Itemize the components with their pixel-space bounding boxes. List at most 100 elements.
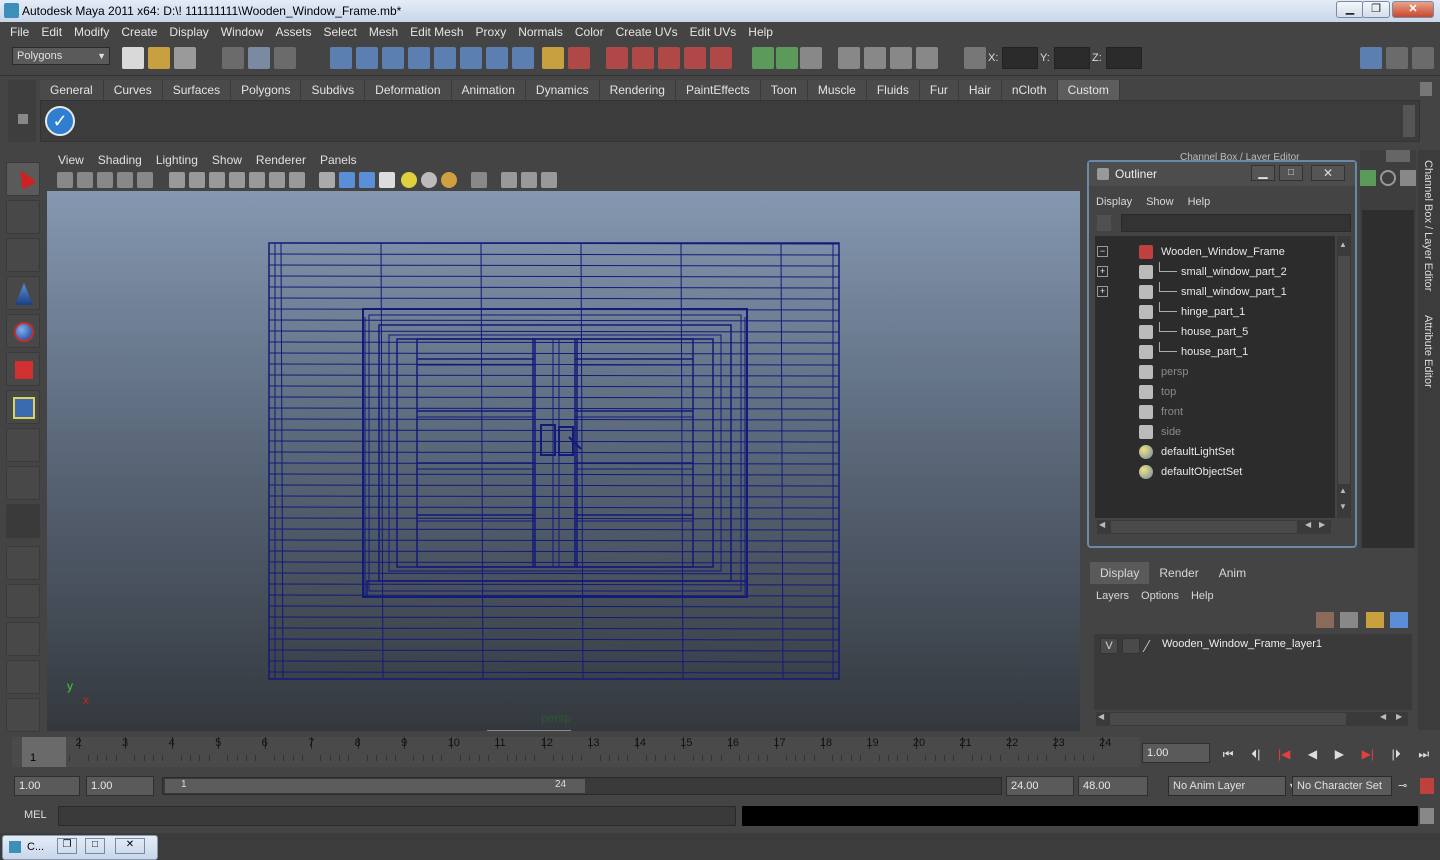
shelf-menu-handle[interactable]: [8, 80, 36, 142]
transform-input-icon[interactable]: [964, 47, 986, 69]
toggle-tool-settings-icon[interactable]: [1386, 47, 1408, 69]
mode-selector[interactable]: Polygons ▼: [12, 47, 110, 65]
range-slider[interactable]: 1 24: [162, 777, 1002, 795]
new-layer-selected-icon[interactable]: [1390, 612, 1408, 628]
checkmark-icon[interactable]: ✓: [45, 106, 75, 136]
command-input[interactable]: [58, 806, 736, 826]
outliner-item[interactable]: defaultLightSet: [1095, 442, 1333, 462]
character-set-dropdown[interactable]: No Character Set: [1292, 776, 1392, 796]
collapse-icon[interactable]: −: [1097, 246, 1108, 257]
lock-icon[interactable]: [542, 47, 564, 69]
render-view-icon[interactable]: [838, 47, 860, 69]
restore-button[interactable]: ❐: [57, 838, 77, 854]
z-field[interactable]: [1106, 47, 1142, 69]
outliner-item[interactable]: top: [1095, 382, 1333, 402]
minimize-button[interactable]: ▁: [1336, 1, 1364, 18]
input-ops-icon[interactable]: [752, 47, 774, 69]
hypershade-layout-icon[interactable]: [6, 698, 40, 732]
layer-color-swatch[interactable]: [1142, 640, 1162, 652]
snap-point-icon[interactable]: [382, 47, 404, 69]
menu-proxy[interactable]: Proxy: [470, 25, 513, 39]
outliner-maximize-button[interactable]: □: [1279, 165, 1303, 181]
show-manipulator-icon[interactable]: [6, 466, 40, 500]
film-gate-icon[interactable]: [521, 172, 537, 188]
rotate-tool-icon[interactable]: [6, 314, 40, 348]
command-language-label[interactable]: MEL: [24, 809, 47, 821]
close-button[interactable]: ✕: [1392, 1, 1434, 18]
snap-to-view-planes-icon[interactable]: [684, 47, 706, 69]
scroll-right-icon[interactable]: ▶: [1319, 520, 1325, 529]
time-slider[interactable]: 123456789101112131415161718192021222324 …: [12, 737, 1140, 767]
layer-tab-display[interactable]: Display: [1090, 562, 1150, 584]
snap-plane-icon[interactable]: [408, 47, 430, 69]
menu-normals[interactable]: Normals: [512, 25, 569, 39]
grid-toggle-icon[interactable]: [137, 172, 153, 188]
playback-end-field[interactable]: 24.00: [1006, 776, 1074, 796]
shelf-tab-hair[interactable]: Hair: [958, 80, 1002, 100]
scroll-up-icon-2[interactable]: ▲: [1339, 486, 1347, 495]
xray-icon[interactable]: [339, 172, 355, 188]
default-light-icon[interactable]: [401, 172, 417, 188]
snap-to-points-icon[interactable]: [658, 47, 680, 69]
toggle-channel-box-icon[interactable]: [1412, 47, 1434, 69]
snap-grid-icon[interactable]: [330, 47, 352, 69]
outliner-item[interactable]: + small_window_part_2: [1095, 262, 1333, 282]
filter-icon[interactable]: [1097, 215, 1111, 231]
anim-layer-dropdown[interactable]: No Anim Layer ▼: [1168, 776, 1297, 796]
shadows-icon[interactable]: [269, 172, 285, 188]
layer-hscroll-thumb[interactable]: [1110, 713, 1346, 725]
current-time-field[interactable]: 1.00: [1142, 743, 1210, 763]
layer-menu-options[interactable]: Options: [1135, 586, 1185, 606]
viewport-menu-shading[interactable]: Shading: [91, 153, 149, 167]
universal-manipulator-icon[interactable]: [6, 390, 40, 424]
layer-visibility-toggle[interactable]: V: [1100, 638, 1118, 654]
menu-window[interactable]: Window: [215, 25, 270, 39]
viewport-menu-view[interactable]: View: [51, 153, 91, 167]
outliner-item[interactable]: house_part_1: [1095, 342, 1333, 362]
select-tool-icon[interactable]: [6, 162, 40, 196]
script-editor-icon[interactable]: [1420, 808, 1434, 824]
layer-scroll-left-icon-2[interactable]: ◀: [1380, 712, 1386, 721]
shelf-tab-curves[interactable]: Curves: [103, 80, 163, 100]
bookmark-icon[interactable]: [97, 172, 113, 188]
layer-icon[interactable]: [1400, 170, 1416, 186]
graph-editor-layout-icon[interactable]: [6, 660, 40, 694]
side-tab-channel-box[interactable]: Channel Box / Layer Editor: [1422, 160, 1434, 291]
outliner-layout-icon[interactable]: [6, 622, 40, 656]
maximize-button[interactable]: ❐: [1362, 1, 1390, 18]
shelf-tab-muscle[interactable]: Muscle: [807, 80, 867, 100]
layer-menu-help[interactable]: Help: [1185, 586, 1220, 606]
shelf-tab-animation[interactable]: Animation: [451, 80, 526, 100]
outliner-item[interactable]: persp: [1095, 362, 1333, 382]
menu-display[interactable]: Display: [163, 25, 214, 39]
go-to-end-icon[interactable]: ⏭: [1418, 747, 1429, 762]
scale-tool-icon[interactable]: [6, 352, 40, 386]
paint-select-tool-icon[interactable]: [6, 238, 40, 272]
select-component-icon[interactable]: [274, 47, 296, 69]
outliner-item[interactable]: defaultObjectSet: [1095, 462, 1333, 482]
isolate-select-icon[interactable]: [319, 172, 335, 188]
save-scene-icon[interactable]: [174, 47, 196, 69]
wireframe-on-shaded-icon[interactable]: [209, 172, 225, 188]
viewport-menu-panels[interactable]: Panels: [313, 153, 364, 167]
layer-row[interactable]: V Wooden_Window_Frame_layer1: [1094, 636, 1412, 656]
layer-scroll-right-icon[interactable]: ▶: [1396, 712, 1402, 721]
range-slider-thumb[interactable]: 1 24: [165, 779, 585, 793]
shelf-tab-fluids[interactable]: Fluids: [866, 80, 920, 100]
animation-end-field[interactable]: 48.00: [1078, 776, 1148, 796]
shelf-tab-surfaces[interactable]: Surfaces: [162, 80, 232, 100]
menu-assets[interactable]: Assets: [269, 25, 317, 39]
layer-scroll-left-icon[interactable]: ◀: [1098, 712, 1104, 721]
high-quality-icon[interactable]: [441, 172, 457, 188]
step-forward-frame-icon[interactable]: ▶|: [1362, 747, 1374, 761]
scroll-left-icon[interactable]: ◀: [1099, 520, 1105, 529]
outliner-menu-help[interactable]: Help: [1181, 192, 1218, 212]
select-curves-icon[interactable]: [486, 47, 508, 69]
camera-attributes-icon[interactable]: [77, 172, 93, 188]
select-hierarchy-icon[interactable]: [222, 47, 244, 69]
outliner-horizontal-scrollbar[interactable]: ◀ ◀ ▶: [1097, 520, 1331, 534]
channels-icon[interactable]: [1360, 170, 1376, 186]
render-current-icon[interactable]: [864, 47, 886, 69]
animation-start-field[interactable]: 1.00: [14, 776, 80, 796]
menu-edit-mesh[interactable]: Edit Mesh: [404, 25, 469, 39]
